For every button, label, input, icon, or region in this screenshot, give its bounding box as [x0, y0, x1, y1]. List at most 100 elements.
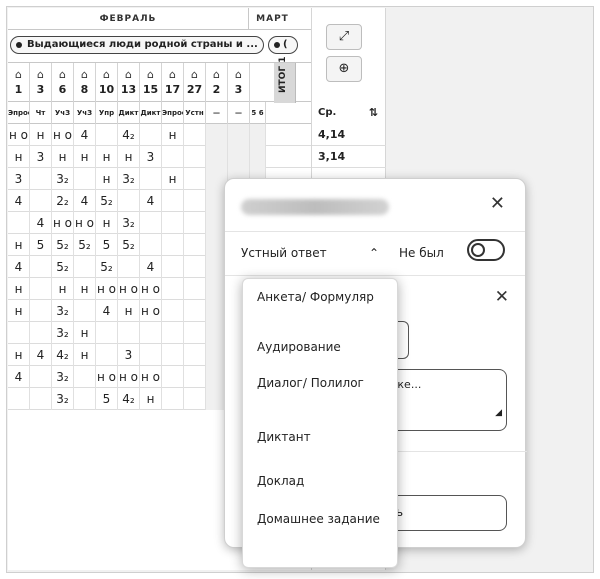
- absent-toggle[interactable]: [467, 239, 505, 261]
- grade-cell[interactable]: [74, 300, 96, 322]
- grade-cell[interactable]: [250, 124, 266, 146]
- dropdown-option[interactable]: Диалог/ Полилог: [243, 375, 397, 409]
- grade-cell[interactable]: [140, 234, 162, 256]
- grade-cell[interactable]: н: [162, 168, 184, 190]
- grade-cell[interactable]: н о: [52, 124, 74, 146]
- grade-cell[interactable]: [8, 212, 30, 234]
- grade-cell[interactable]: [162, 256, 184, 278]
- grade-cell[interactable]: 4₂: [118, 124, 140, 146]
- grade-cell[interactable]: [184, 366, 206, 388]
- dropdown-option[interactable]: Диктант: [243, 429, 397, 445]
- grade-cell[interactable]: [30, 168, 52, 190]
- grade-cell[interactable]: н: [52, 146, 74, 168]
- lesson-day-header[interactable]: ⌂ 13: [118, 63, 140, 103]
- grade-cell[interactable]: 5₂: [96, 256, 118, 278]
- grade-cell[interactable]: [206, 124, 228, 146]
- grade-cell[interactable]: н о: [96, 366, 118, 388]
- grade-cell[interactable]: н: [8, 300, 30, 322]
- topic-pill[interactable]: (: [268, 36, 298, 54]
- grade-cell[interactable]: [184, 234, 206, 256]
- grade-cell[interactable]: [162, 322, 184, 344]
- grade-cell[interactable]: [184, 322, 206, 344]
- topic-pill[interactable]: Выдающиеся люди родной страны и ...: [10, 36, 264, 54]
- grade-cell[interactable]: [96, 322, 118, 344]
- grade-cell[interactable]: н: [74, 146, 96, 168]
- grade-cell[interactable]: [162, 212, 184, 234]
- grade-cell[interactable]: [30, 278, 52, 300]
- grade-cell[interactable]: [162, 388, 184, 410]
- grade-cell[interactable]: [96, 124, 118, 146]
- grade-cell[interactable]: 4: [96, 300, 118, 322]
- grade-cell[interactable]: [228, 146, 250, 168]
- grade-cell[interactable]: [30, 256, 52, 278]
- grade-cell[interactable]: [162, 344, 184, 366]
- grade-cell[interactable]: н о: [118, 278, 140, 300]
- grade-cell[interactable]: 5: [96, 234, 118, 256]
- grade-cell[interactable]: 3₂: [52, 300, 74, 322]
- grade-cell[interactable]: 5: [30, 234, 52, 256]
- grade-cell[interactable]: [74, 388, 96, 410]
- grade-cell[interactable]: 5: [96, 388, 118, 410]
- lesson-day-header[interactable]: ⌂ 15: [140, 63, 162, 103]
- grade-cell[interactable]: 3₂: [52, 168, 74, 190]
- grade-cell[interactable]: н о: [140, 300, 162, 322]
- average-header[interactable]: Ср. ⇅: [312, 102, 386, 124]
- lesson-day-header[interactable]: ⌂ 3: [30, 63, 52, 103]
- grade-cell[interactable]: 3₂: [52, 322, 74, 344]
- grade-cell[interactable]: 3₂: [118, 168, 140, 190]
- grade-cell[interactable]: [184, 388, 206, 410]
- grade-cell[interactable]: 2₂: [52, 190, 74, 212]
- close-icon[interactable]: ✕: [495, 287, 509, 307]
- grade-cell[interactable]: [184, 300, 206, 322]
- grade-cell[interactable]: н: [30, 124, 52, 146]
- grade-cell[interactable]: н о: [96, 278, 118, 300]
- grade-cell[interactable]: 4: [74, 190, 96, 212]
- dropdown-option[interactable]: Анкета/ Формуляр: [243, 289, 397, 323]
- grade-cell[interactable]: 5₂: [96, 190, 118, 212]
- grade-cell[interactable]: [118, 322, 140, 344]
- grade-cell[interactable]: [162, 278, 184, 300]
- grade-cell[interactable]: [206, 146, 228, 168]
- grade-cell[interactable]: 4: [8, 256, 30, 278]
- itog-column-header[interactable]: ИТОГ 1: [274, 57, 296, 103]
- grade-cell[interactable]: [74, 366, 96, 388]
- grade-cell[interactable]: [184, 124, 206, 146]
- grade-cell[interactable]: 5₂: [52, 256, 74, 278]
- grade-cell[interactable]: [250, 146, 266, 168]
- grade-cell[interactable]: [162, 190, 184, 212]
- grade-cell[interactable]: [162, 300, 184, 322]
- grade-cell[interactable]: [162, 234, 184, 256]
- dropdown-option[interactable]: Домашнее задание: [243, 511, 397, 545]
- grade-cell[interactable]: н о: [8, 124, 30, 146]
- grade-cell[interactable]: н: [96, 146, 118, 168]
- grade-cell[interactable]: [140, 344, 162, 366]
- dropdown-option[interactable]: Доклад: [243, 473, 397, 489]
- comment-textarea[interactable]: тке... ◢: [385, 369, 507, 431]
- lesson-day-header[interactable]: ⌂ 27: [184, 63, 206, 103]
- grade-cell[interactable]: н о: [74, 212, 96, 234]
- grade-cell[interactable]: 3: [118, 344, 140, 366]
- grade-cell[interactable]: [118, 256, 140, 278]
- grade-cell[interactable]: [30, 322, 52, 344]
- grade-cell[interactable]: [30, 388, 52, 410]
- grade-cell[interactable]: н: [74, 344, 96, 366]
- grade-cell[interactable]: [184, 344, 206, 366]
- grade-cell[interactable]: н: [8, 278, 30, 300]
- grade-cell[interactable]: 3₂: [52, 388, 74, 410]
- grade-cell[interactable]: н: [8, 146, 30, 168]
- grade-cell[interactable]: [140, 322, 162, 344]
- dropdown-option[interactable]: Аудирование: [243, 339, 397, 355]
- grade-cell[interactable]: [184, 256, 206, 278]
- grade-cell[interactable]: [228, 124, 250, 146]
- grade-cell[interactable]: н: [140, 388, 162, 410]
- grade-cell[interactable]: [162, 146, 184, 168]
- lesson-day-header[interactable]: ⌂ 17: [162, 63, 184, 103]
- grade-cell[interactable]: н: [118, 146, 140, 168]
- grade-cell[interactable]: н: [96, 168, 118, 190]
- grade-cell[interactable]: [184, 146, 206, 168]
- lesson-day-header[interactable]: ⌂ 6: [52, 63, 74, 103]
- work-type-select[interactable]: Устный ответ ⌃: [241, 241, 389, 265]
- grade-cell[interactable]: н: [52, 278, 74, 300]
- close-icon[interactable]: ✕: [490, 193, 505, 214]
- grade-cell[interactable]: [8, 388, 30, 410]
